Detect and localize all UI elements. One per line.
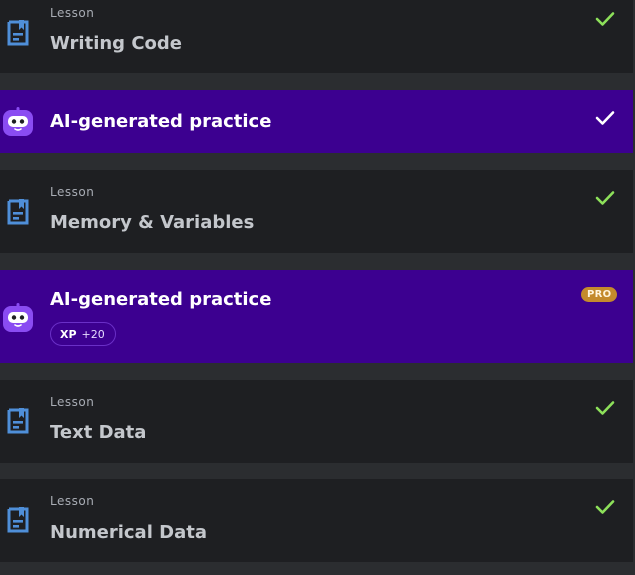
lesson-title: Numerical Data — [50, 522, 207, 543]
ai-bot-icon — [3, 303, 33, 332]
item-kind-label: Lesson — [50, 185, 95, 199]
item-kind-label: Lesson — [50, 494, 95, 508]
ai-bot-icon — [3, 107, 33, 136]
lesson-document-icon — [7, 507, 29, 533]
practice-title: AI-generated practice — [50, 289, 272, 310]
lesson-item-text-data[interactable]: Lesson Text Data — [0, 380, 633, 463]
practice-item-1[interactable]: AI-generated practice — [0, 90, 633, 153]
practice-title: AI-generated practice — [50, 111, 272, 132]
xp-reward-pill: XP +20 — [50, 322, 116, 346]
lesson-list: Lesson Writing Code AI-generated practic… — [0, 0, 635, 575]
checkmark-icon — [595, 12, 615, 26]
lesson-document-icon — [7, 20, 29, 46]
checkmark-icon — [595, 111, 615, 125]
checkmark-icon — [595, 191, 615, 205]
lesson-document-icon — [7, 199, 29, 225]
practice-item-2[interactable]: AI-generated practice XP +20 PRO — [0, 270, 633, 363]
lesson-item-memory-variables[interactable]: Lesson Memory & Variables — [0, 170, 633, 253]
lesson-document-icon — [7, 408, 29, 434]
lesson-item-numerical-data[interactable]: Lesson Numerical Data — [0, 479, 633, 562]
checkmark-icon — [595, 401, 615, 415]
xp-value: +20 — [81, 327, 105, 341]
lesson-title: Memory & Variables — [50, 212, 255, 233]
lesson-item-writing-code[interactable]: Lesson Writing Code — [0, 0, 633, 73]
lesson-title: Writing Code — [50, 33, 182, 54]
item-kind-label: Lesson — [50, 395, 95, 409]
item-kind-label: Lesson — [50, 6, 95, 20]
checkmark-icon — [595, 500, 615, 514]
pro-badge: PRO — [581, 287, 618, 302]
lesson-title: Text Data — [50, 422, 147, 443]
xp-label: XP — [60, 327, 77, 341]
